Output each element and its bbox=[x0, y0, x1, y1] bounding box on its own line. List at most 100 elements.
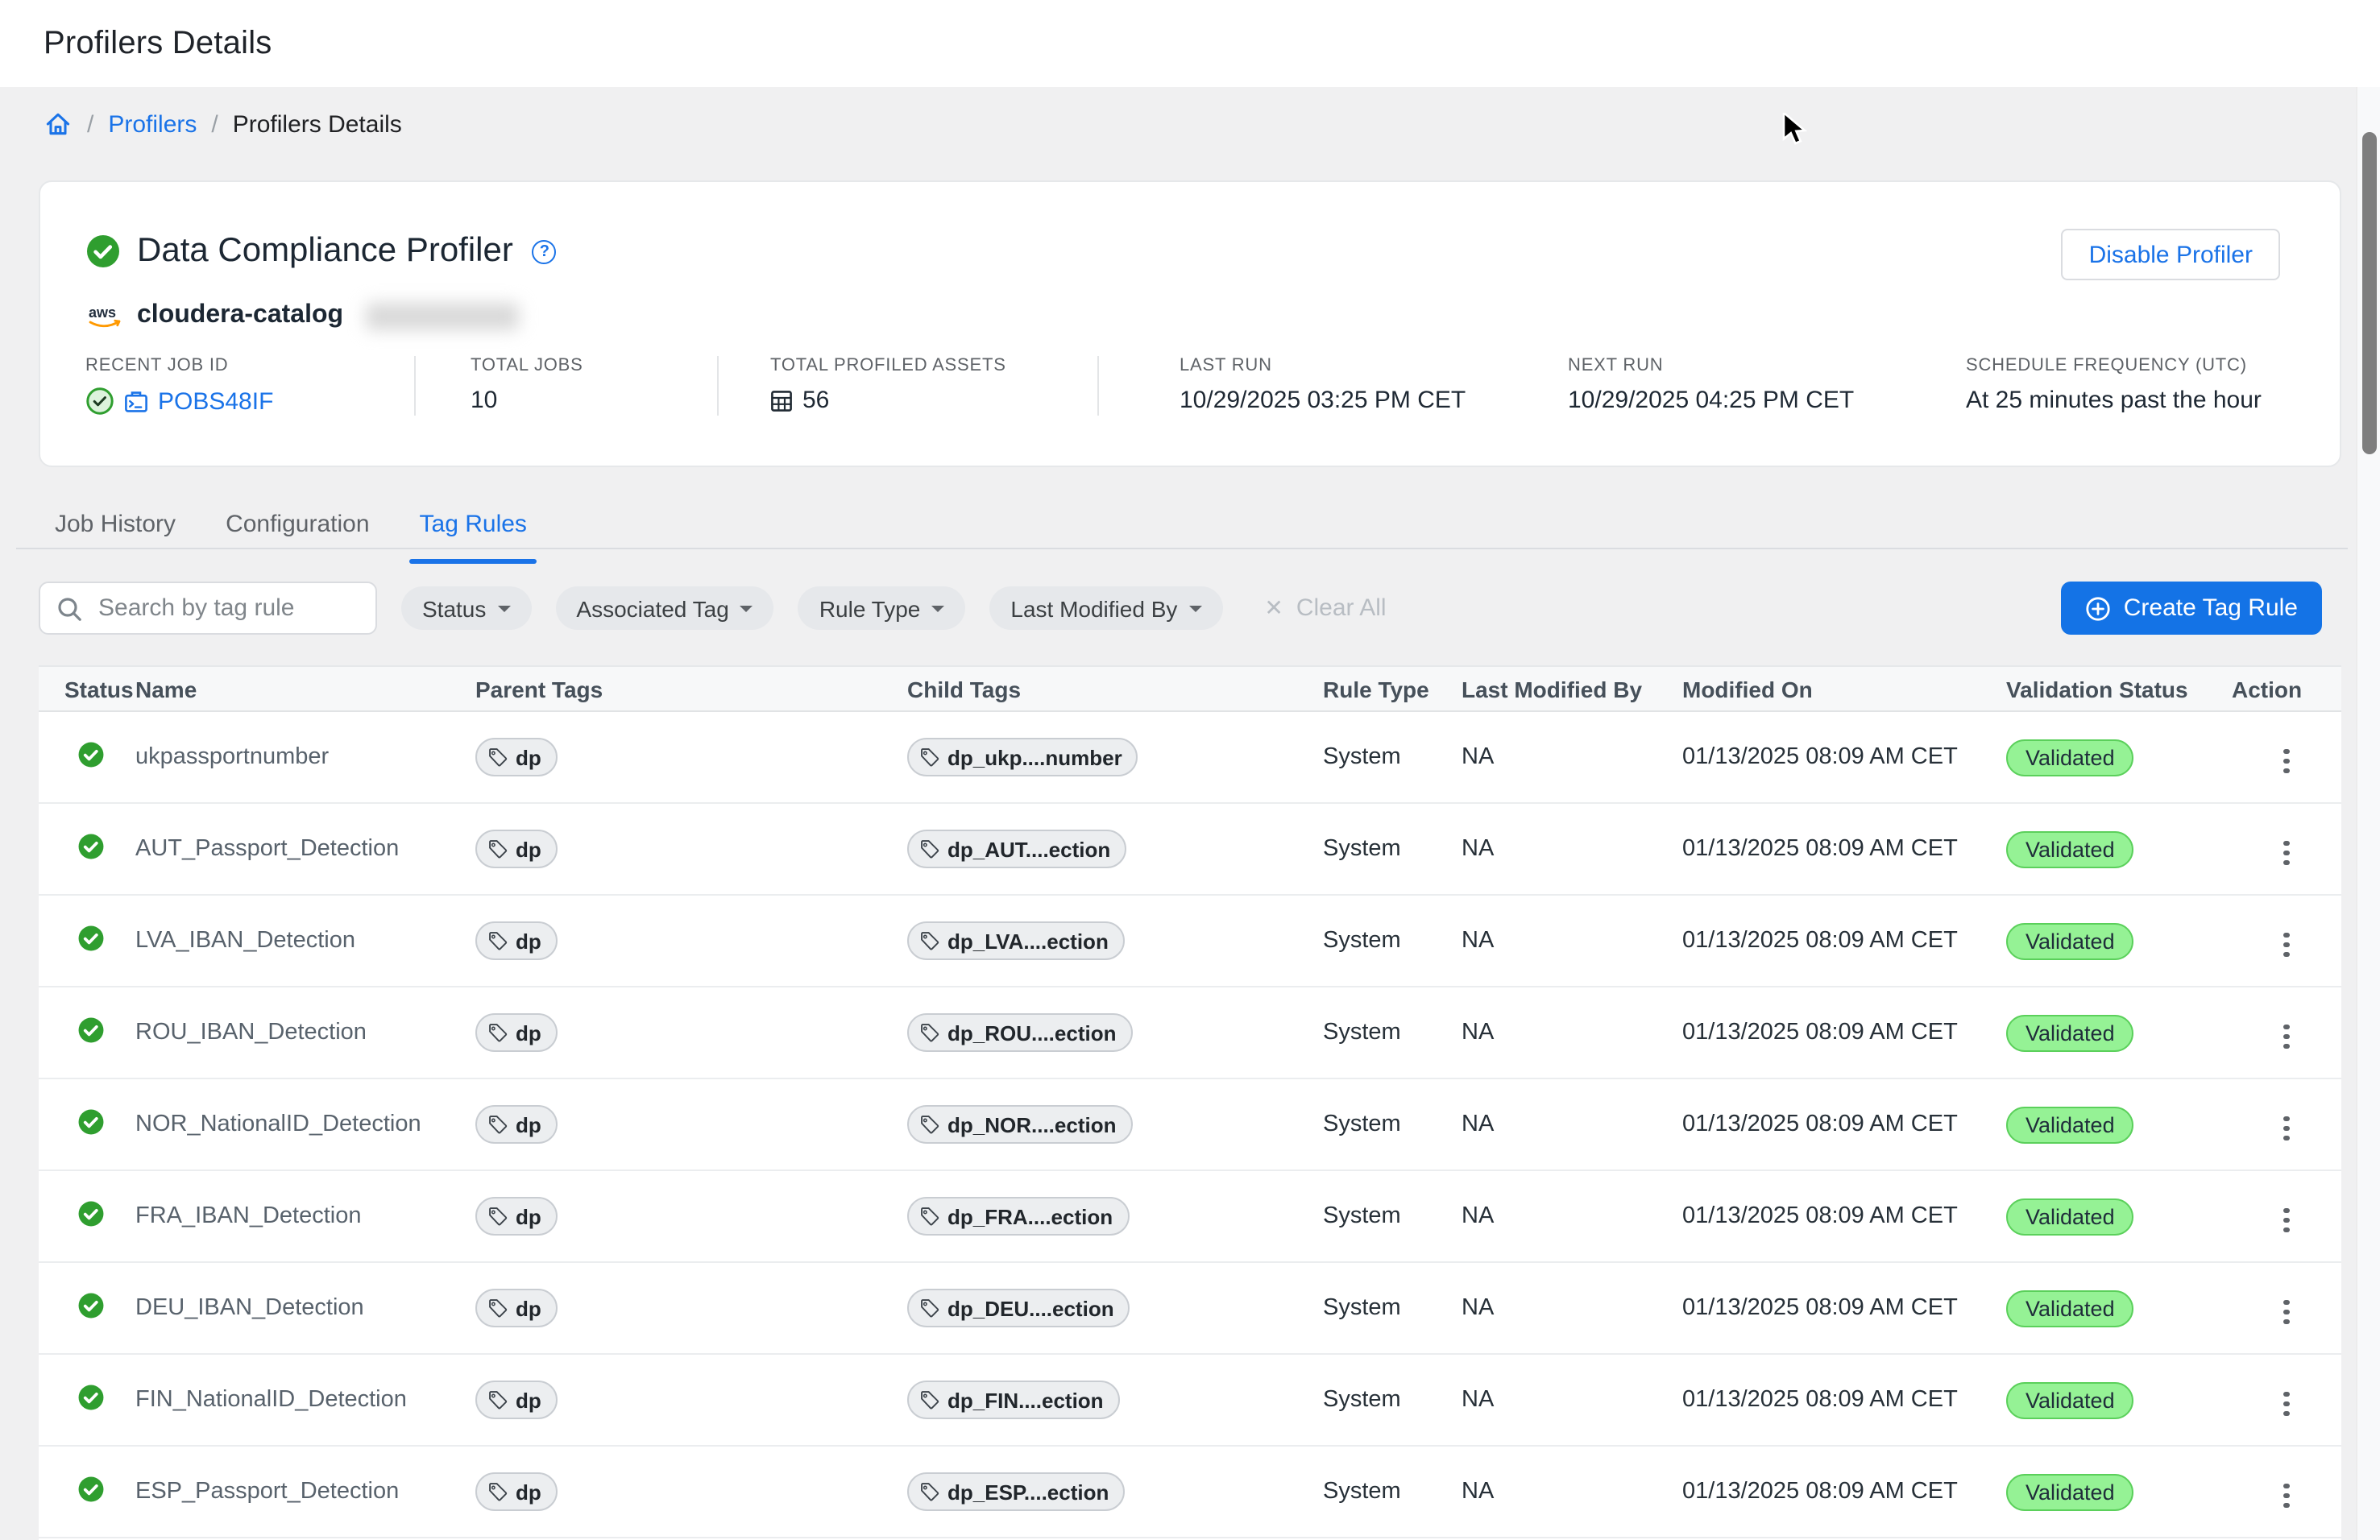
stat-recent-job-id: RECENT JOB ID POBS48IF bbox=[85, 356, 416, 416]
create-tag-rule-button[interactable]: Create Tag Rule bbox=[2061, 582, 2322, 635]
home-icon[interactable] bbox=[44, 110, 73, 139]
filter-associated-tag[interactable]: Associated Tag bbox=[555, 586, 773, 630]
tag-icon bbox=[920, 1115, 939, 1134]
scrollbar-thumb[interactable] bbox=[2362, 132, 2377, 454]
validation-badge: Validated bbox=[2006, 1198, 2134, 1235]
tag-icon bbox=[920, 1390, 939, 1410]
filter-rule-type[interactable]: Rule Type bbox=[798, 586, 966, 630]
rule-name: FIN_NationalID_Detection bbox=[135, 1387, 475, 1413]
kebab-menu-button[interactable] bbox=[2277, 1476, 2295, 1514]
plus-circle-icon bbox=[2085, 595, 2111, 621]
kebab-menu-button[interactable] bbox=[2277, 1017, 2295, 1055]
rule-type: System bbox=[1323, 1387, 1462, 1413]
tab-tag-rules[interactable]: Tag Rules bbox=[420, 499, 527, 548]
profiler-status-check-icon bbox=[85, 234, 121, 269]
search-input[interactable] bbox=[95, 593, 422, 623]
scrollbar-track[interactable] bbox=[2356, 87, 2380, 1540]
tag-icon bbox=[488, 1482, 508, 1501]
profiler-name: Data Compliance Profiler bbox=[137, 232, 513, 271]
tabs-divider bbox=[16, 548, 2348, 549]
chevron-down-icon bbox=[740, 605, 753, 611]
tag-icon bbox=[920, 839, 939, 859]
recent-job-id-link[interactable]: POBS48IF bbox=[158, 387, 273, 415]
tag-icon bbox=[920, 1207, 939, 1226]
table-row: DEU_IBAN_Detection dp dp_DEU....ection S… bbox=[39, 1263, 2341, 1355]
tab-configuration[interactable]: Configuration bbox=[226, 499, 369, 548]
status-success-icon bbox=[77, 1016, 105, 1043]
validation-badge: Validated bbox=[2006, 1473, 2134, 1510]
rule-type: System bbox=[1323, 836, 1462, 862]
aws-icon: aws bbox=[85, 302, 124, 329]
modified-on: 01/13/2025 08:09 AM CET bbox=[1682, 1112, 2006, 1137]
kebab-menu-button[interactable] bbox=[2277, 742, 2295, 780]
col-child-tags: Child Tags bbox=[907, 676, 1323, 702]
disable-profiler-button[interactable]: Disable Profiler bbox=[2062, 229, 2280, 280]
breadcrumb-separator: / bbox=[87, 110, 93, 138]
modified-on: 01/13/2025 08:09 AM CET bbox=[1682, 836, 2006, 862]
filter-last-modified-by[interactable]: Last Modified By bbox=[989, 586, 1222, 630]
profiler-stats: RECENT JOB ID POBS48IF TOTAL JOBS 10 TOT… bbox=[85, 356, 2307, 416]
table-body: ukpassportnumber dp dp_ukp....number Sys… bbox=[39, 712, 2341, 1538]
tab-job-history[interactable]: Job History bbox=[55, 499, 176, 548]
table-row: FIN_NationalID_Detection dp dp_FIN....ec… bbox=[39, 1355, 2341, 1447]
breadcrumb-separator: / bbox=[211, 110, 218, 138]
last-modified-by: NA bbox=[1462, 1112, 1682, 1137]
rule-type: System bbox=[1323, 1112, 1462, 1137]
tag-icon bbox=[488, 1207, 508, 1226]
col-name: Name bbox=[135, 676, 475, 702]
kebab-menu-button[interactable] bbox=[2277, 834, 2295, 871]
rule-name: ROU_IBAN_Detection bbox=[135, 1020, 475, 1045]
status-success-icon bbox=[77, 1291, 105, 1319]
col-validation-status: Validation Status bbox=[2006, 676, 2232, 702]
kebab-menu-button[interactable] bbox=[2277, 1109, 2295, 1147]
col-status: Status bbox=[64, 676, 135, 702]
tag-icon bbox=[920, 1298, 939, 1318]
modified-on: 01/13/2025 08:09 AM CET bbox=[1682, 928, 2006, 954]
search-icon bbox=[56, 595, 82, 621]
rule-name: LVA_IBAN_Detection bbox=[135, 928, 475, 954]
search-box[interactable] bbox=[39, 582, 377, 635]
parent-tag-chip: dp bbox=[475, 1289, 558, 1327]
status-success-icon bbox=[77, 1383, 105, 1410]
kebab-menu-button[interactable] bbox=[2277, 1385, 2295, 1422]
rule-name: NOR_NationalID_Detection bbox=[135, 1112, 475, 1137]
child-tag-chip: dp_ukp....number bbox=[907, 738, 1138, 776]
validation-badge: Validated bbox=[2006, 830, 2134, 867]
help-icon[interactable]: ? bbox=[533, 239, 557, 263]
parent-tag-chip: dp bbox=[475, 830, 558, 868]
rule-name: DEU_IBAN_Detection bbox=[135, 1295, 475, 1321]
validation-badge: Validated bbox=[2006, 739, 2134, 776]
child-tag-chip: dp_AUT....ection bbox=[907, 830, 1126, 868]
child-tag-chip: dp_LVA....ection bbox=[907, 921, 1125, 960]
kebab-menu-button[interactable] bbox=[2277, 925, 2295, 963]
parent-tag-chip: dp bbox=[475, 1013, 558, 1052]
modified-on: 01/13/2025 08:09 AM CET bbox=[1682, 1479, 2006, 1505]
tag-icon bbox=[488, 1390, 508, 1410]
child-tag-chip: dp_FRA....ection bbox=[907, 1197, 1129, 1236]
page-title: Profilers Details bbox=[44, 25, 272, 62]
assets-table-icon bbox=[770, 389, 793, 412]
parent-tag-chip: dp bbox=[475, 1105, 558, 1144]
parent-tag-chip: dp bbox=[475, 738, 558, 776]
status-success-icon bbox=[77, 1475, 105, 1502]
clear-all-button[interactable]: ✕ Clear All bbox=[1264, 594, 1386, 622]
col-modified-on: Modified On bbox=[1682, 676, 2006, 702]
last-modified-by: NA bbox=[1462, 1387, 1682, 1413]
kebab-menu-button[interactable] bbox=[2277, 1201, 2295, 1239]
kebab-menu-button[interactable] bbox=[2277, 1293, 2295, 1331]
tab-bar: Job History Configuration Tag Rules bbox=[55, 499, 527, 548]
tag-icon bbox=[488, 1023, 508, 1042]
col-last-modified-by: Last Modified By bbox=[1462, 676, 1682, 702]
tag-icon bbox=[488, 931, 508, 950]
table-row: FRA_IBAN_Detection dp dp_FRA....ection S… bbox=[39, 1171, 2341, 1263]
col-parent-tags: Parent Tags bbox=[475, 676, 907, 702]
job-success-icon bbox=[85, 387, 114, 416]
filter-status[interactable]: Status bbox=[401, 586, 531, 630]
table-row: LVA_IBAN_Detection dp dp_LVA....ection S… bbox=[39, 896, 2341, 987]
mouse-cursor bbox=[1782, 113, 1814, 148]
status-success-icon bbox=[77, 740, 105, 768]
table-row: ESP_Passport_Detection dp dp_ESP....ecti… bbox=[39, 1447, 2341, 1538]
tag-icon bbox=[488, 839, 508, 859]
breadcrumb-link-profilers[interactable]: Profilers bbox=[108, 110, 197, 138]
stat-total-profiled-assets: TOTAL PROFILED ASSETS 56 bbox=[719, 356, 1099, 416]
